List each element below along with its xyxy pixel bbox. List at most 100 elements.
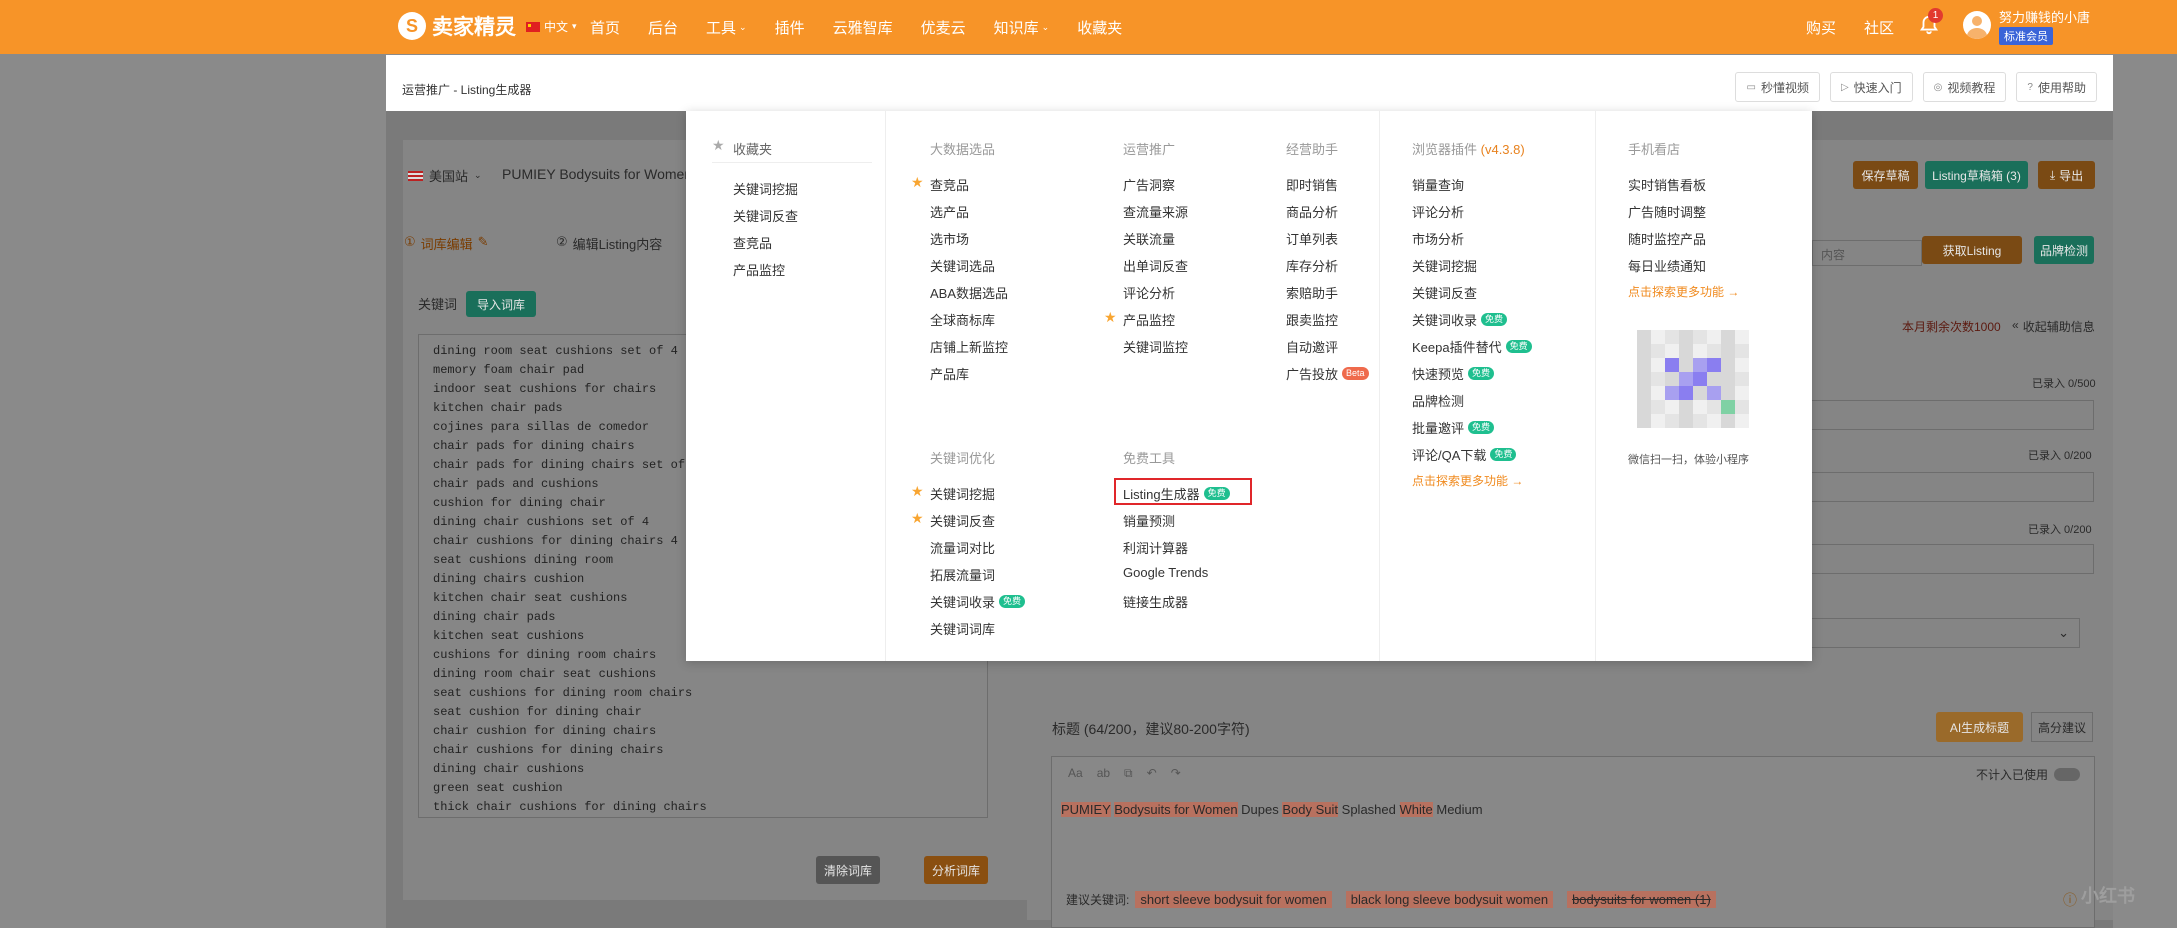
text-field-2[interactable]: [1810, 472, 2094, 502]
plugin-item-sales[interactable]: 销量查询: [1412, 175, 1464, 194]
plugin-item-market[interactable]: 市场分析: [1412, 229, 1464, 248]
menu-item-trademark[interactable]: 全球商标库: [930, 310, 995, 329]
nav-yunya[interactable]: 云雅智库: [833, 17, 893, 38]
brand-check-button[interactable]: 品牌检测: [2034, 236, 2094, 264]
menu-item-aba[interactable]: ABA数据选品: [930, 283, 1008, 302]
help-button[interactable]: ? 使用帮助: [2016, 72, 2097, 102]
listing-draft-button[interactable]: Listing草稿箱 (3): [1925, 161, 2028, 189]
quick-start-button[interactable]: ▷ 快速入门: [1829, 72, 1913, 102]
nav-knowledge[interactable]: 知识库 ⌄: [994, 17, 1050, 38]
plugin-item-review[interactable]: 评论分析: [1412, 202, 1464, 221]
mobile-item-sales-board[interactable]: 实时销售看板: [1628, 175, 1706, 194]
quick-video-button[interactable]: ▭ 秒懂视频: [1735, 72, 1820, 102]
menu-item-goods-analysis[interactable]: 商品分析: [1286, 202, 1338, 221]
nav-favorites[interactable]: 收藏夹: [1077, 17, 1122, 38]
redo-icon[interactable]: ↷: [1171, 766, 1181, 781]
menu-item-keyword-select[interactable]: 关键词选品: [930, 256, 995, 275]
menu-item-hijack-monitor[interactable]: 跟卖监控: [1286, 310, 1338, 329]
advanced-suggest-button[interactable]: 高分建议: [2031, 712, 2093, 742]
menu-item-link-generator[interactable]: 链接生成器: [1123, 592, 1188, 611]
plugin-item-keyword-index[interactable]: 关键词收录 免费: [1412, 310, 1508, 329]
nav-home[interactable]: 首页: [590, 17, 620, 38]
menu-item-store-monitor[interactable]: 店铺上新监控: [930, 337, 1008, 356]
username[interactable]: 努力赚钱的小唐: [1999, 7, 2090, 26]
menu-item-keyword-index[interactable]: 关键词收录 免费: [930, 592, 1026, 611]
fav-item-competitor[interactable]: 查竞品: [733, 233, 772, 252]
menu-item-keyword-mining[interactable]: 关键词挖掘: [930, 484, 995, 503]
export-button[interactable]: ⤓ 导出: [2038, 161, 2095, 189]
brand-logo[interactable]: S 卖家精灵: [398, 11, 516, 41]
ai-title-button[interactable]: AI生成标题: [1936, 712, 2023, 742]
site-select[interactable]: 美国站 ⌄: [408, 166, 482, 185]
menu-item-traffic-compare[interactable]: 流量词对比: [930, 538, 995, 557]
nav-youmai[interactable]: 优麦云: [921, 17, 966, 38]
menu-item-review-analysis[interactable]: 评论分析: [1123, 283, 1175, 302]
suggest-tag[interactable]: black long sleeve bodysuit women: [1345, 891, 1554, 908]
plugin-item-brand-check[interactable]: 品牌检测: [1412, 391, 1464, 410]
analyze-keywords-button[interactable]: 分析词库: [924, 856, 988, 884]
plugin-item-keepa[interactable]: Keepa插件替代 免费: [1412, 337, 1532, 356]
menu-item-keyword-reverse[interactable]: 关键词反查: [930, 511, 995, 530]
mobile-more-link[interactable]: 点击探索更多功能 →: [1628, 283, 1739, 300]
menu-item-select-market[interactable]: 选市场: [930, 229, 969, 248]
step-2[interactable]: ② 编辑Listing内容: [556, 234, 662, 253]
menu-item-keyword-monitor[interactable]: 关键词监控: [1123, 337, 1188, 356]
menu-item-google-trends[interactable]: Google Trends: [1123, 565, 1208, 580]
menu-item-listing-generator[interactable]: Listing生成器 免费: [1123, 484, 1230, 503]
toggle-switch[interactable]: [2054, 768, 2081, 781]
font-size-icon[interactable]: Aa: [1068, 766, 1083, 781]
nav-backend[interactable]: 后台: [648, 17, 678, 38]
not-counted-toggle[interactable]: 不计入已使用: [1976, 766, 2081, 783]
step-1[interactable]: ① 词库编辑 ✎: [404, 234, 489, 253]
menu-item-order-keyword[interactable]: 出单词反查: [1123, 256, 1188, 275]
menu-item-competitor[interactable]: 查竞品: [930, 175, 969, 194]
suggest-tag[interactable]: bodysuits for women (1): [1567, 891, 1716, 908]
menu-item-product-monitor[interactable]: 产品监控: [1123, 310, 1175, 329]
save-draft-button[interactable]: 保存草稿: [1853, 161, 1918, 189]
menu-item-inventory[interactable]: 库存分析: [1286, 256, 1338, 275]
menu-item-ad-placement[interactable]: 广告投放 Beta: [1286, 364, 1369, 383]
import-keywords-button[interactable]: 导入词库: [466, 291, 536, 317]
community-link[interactable]: 社区: [1864, 17, 1894, 38]
asin-input[interactable]: 内容: [1812, 240, 1922, 266]
language-switch[interactable]: 中文 ▾: [526, 18, 577, 35]
menu-item-expand-traffic[interactable]: 拓展流量词: [930, 565, 995, 584]
nav-plugin[interactable]: 插件: [775, 17, 805, 38]
collapse-info-toggle[interactable]: «收起辅助信息: [2012, 318, 2095, 335]
buy-link[interactable]: 购买: [1806, 17, 1836, 38]
clear-keywords-button[interactable]: 清除词库: [816, 856, 880, 884]
menu-item-related-traffic[interactable]: 关联流量: [1123, 229, 1175, 248]
menu-item-realtime-sales[interactable]: 即时销售: [1286, 175, 1338, 194]
text-field-1[interactable]: [1810, 400, 2094, 430]
menu-item-product-lib[interactable]: 产品库: [930, 364, 969, 383]
menu-item-sales-forecast[interactable]: 销量预测: [1123, 511, 1175, 530]
mobile-item-daily-report[interactable]: 每日业绩通知: [1628, 256, 1706, 275]
nav-tools[interactable]: 工具 ⌄: [706, 17, 747, 38]
menu-item-ad-insight[interactable]: 广告洞察: [1123, 175, 1175, 194]
plugin-item-keyword-reverse[interactable]: 关键词反查: [1412, 283, 1477, 302]
menu-item-claim[interactable]: 索赔助手: [1286, 283, 1338, 302]
copy-icon[interactable]: ⧉: [1124, 766, 1133, 781]
suggest-tag[interactable]: short sleeve bodysuit for women: [1135, 891, 1332, 908]
avatar[interactable]: [1963, 11, 1991, 39]
menu-item-order-list[interactable]: 订单列表: [1286, 229, 1338, 248]
help-circle-icon[interactable]: ⓘ: [2063, 890, 2077, 910]
menu-item-profit-calc[interactable]: 利润计算器: [1123, 538, 1188, 557]
fav-item-keyword-mining[interactable]: 关键词挖掘: [733, 179, 798, 198]
get-listing-button[interactable]: 获取Listing: [1922, 236, 2022, 264]
video-tutorial-button[interactable]: ◎ 视频教程: [1922, 72, 2007, 102]
menu-item-auto-review[interactable]: 自动邀评: [1286, 337, 1338, 356]
undo-icon[interactable]: ↶: [1147, 766, 1157, 781]
plugin-more-link[interactable]: 点击探索更多功能 →: [1412, 472, 1523, 489]
plugin-item-keyword-mining[interactable]: 关键词挖掘: [1412, 256, 1477, 275]
plugin-item-qa-download[interactable]: 评论/QA下载 免费: [1412, 445, 1517, 464]
plugin-item-batch-review[interactable]: 批量邀评 免费: [1412, 418, 1495, 437]
text-field-3[interactable]: [1810, 544, 2094, 574]
menu-item-select-product[interactable]: 选产品: [930, 202, 969, 221]
plugin-item-quick-preview[interactable]: 快速预览 免费: [1412, 364, 1495, 383]
menu-item-traffic-source[interactable]: 查流量来源: [1123, 202, 1188, 221]
select-field[interactable]: ⌄: [1810, 618, 2080, 648]
lowercase-icon[interactable]: ab: [1097, 766, 1110, 781]
mobile-item-monitor[interactable]: 随时监控产品: [1628, 229, 1706, 248]
fav-item-keyword-reverse[interactable]: 关键词反查: [733, 206, 798, 225]
